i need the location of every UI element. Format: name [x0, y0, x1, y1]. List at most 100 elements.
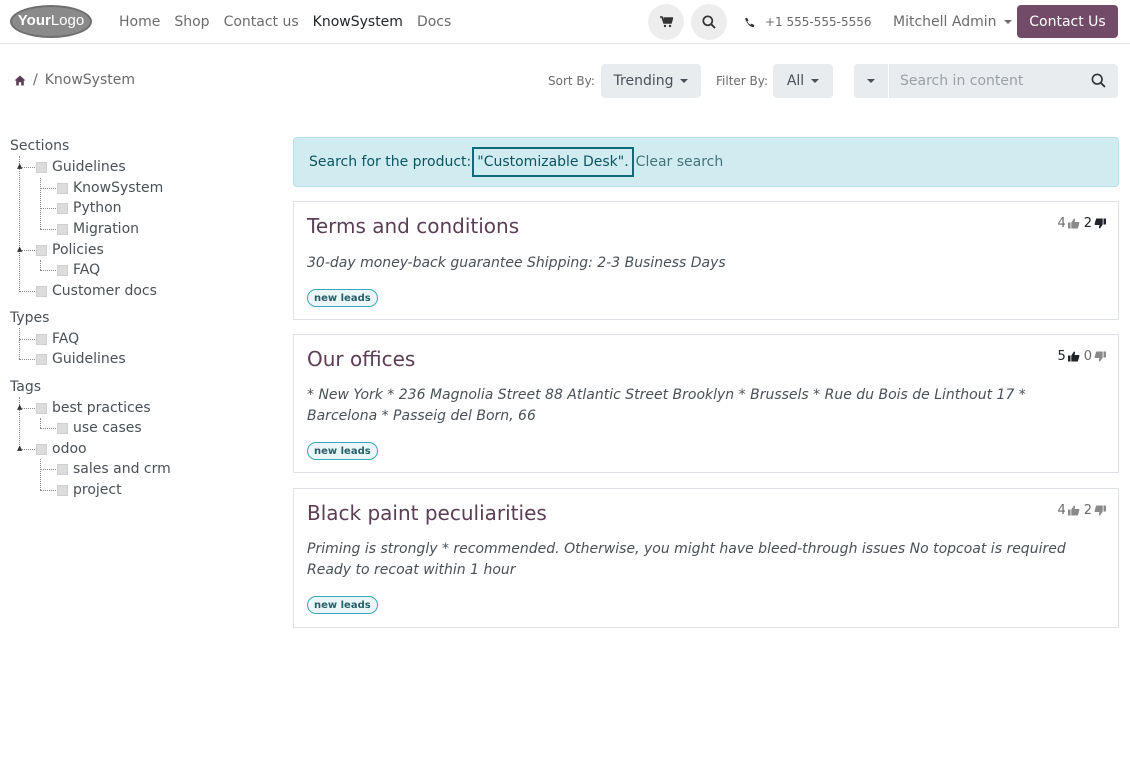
nav-knowsystem[interactable]: KnowSystem	[313, 14, 403, 30]
tree-line	[40, 428, 56, 429]
checkbox[interactable]	[36, 244, 47, 256]
chevron-down-icon	[811, 79, 820, 83]
nav-docs[interactable]: Docs	[417, 14, 451, 30]
tree-line	[19, 328, 20, 359]
thumbs-up-icon[interactable]	[1067, 218, 1080, 229]
tree-line	[19, 339, 35, 340]
type-item-guidelines[interactable]: Guidelines	[36, 349, 126, 369]
search-scope-dropdown[interactable]	[854, 64, 889, 98]
checkbox[interactable]	[57, 182, 68, 194]
user-menu[interactable]: Mitchell Admin	[893, 0, 1012, 44]
tag-item-best-practices[interactable]: best practices	[36, 398, 151, 418]
breadcrumb: / KnowSystem	[14, 72, 135, 88]
collapse-icon[interactable]: ▲	[17, 246, 22, 253]
tags-heading: Tags	[10, 379, 41, 395]
checkbox[interactable]	[57, 484, 68, 496]
tree-line	[40, 260, 41, 270]
tree-item-policies[interactable]: Policies	[36, 240, 104, 260]
thumbs-down-icon[interactable]	[1094, 505, 1106, 516]
thumbs-up-icon[interactable]	[1067, 505, 1080, 516]
chevron-down-icon	[1003, 20, 1012, 24]
sort-label: Sort By:	[548, 74, 595, 88]
tree-item-python[interactable]: Python	[57, 198, 122, 218]
thumbs-up-icon[interactable]	[1067, 351, 1080, 362]
collapse-icon[interactable]: ▲	[17, 163, 22, 170]
tree-item-customer-docs[interactable]: Customer docs	[36, 281, 157, 301]
main-menu: Home Shop Contact us KnowSystem Docs	[119, 0, 465, 44]
search-icon[interactable]	[1091, 73, 1106, 88]
checkbox[interactable]	[36, 443, 47, 455]
checkbox[interactable]	[36, 285, 47, 297]
tree-item-knowsystem[interactable]: KnowSystem	[57, 178, 163, 198]
article-card[interactable]: Black paint peculiarities 4 2 Priming is…	[293, 488, 1119, 628]
checkbox[interactable]	[57, 422, 68, 434]
search-toggle-button[interactable]	[691, 4, 727, 40]
tree-line	[40, 188, 56, 189]
checkbox[interactable]	[36, 333, 47, 345]
phone-link[interactable]: +1 555-555-5556	[744, 0, 872, 44]
checkbox[interactable]	[57, 223, 68, 235]
search-icon	[702, 15, 716, 29]
cart-icon	[659, 16, 673, 28]
contact-us-button[interactable]: Contact Us	[1017, 5, 1118, 38]
cart-button[interactable]	[648, 4, 684, 40]
article-tag[interactable]: new leads	[307, 442, 378, 460]
checkbox[interactable]	[57, 264, 68, 276]
tree-line	[40, 459, 41, 490]
article-card[interactable]: Our offices 5 0 * New York * 236 Magnoli…	[293, 334, 1119, 473]
tree-line	[19, 291, 35, 292]
sort-value: Trending	[613, 73, 674, 89]
tree-line	[40, 229, 56, 230]
phone-number: +1 555-555-5556	[765, 15, 872, 29]
tree-item-faq[interactable]: FAQ	[57, 260, 100, 280]
nav-home[interactable]: Home	[119, 14, 160, 30]
thumbs-down-icon[interactable]	[1094, 218, 1106, 229]
checkbox[interactable]	[36, 353, 47, 365]
article-tag[interactable]: new leads	[307, 289, 378, 307]
filter-value: All	[786, 73, 805, 89]
clear-search-link[interactable]: Clear search	[636, 154, 724, 170]
article-description: * New York * 236 Magnolia Street 88 Atla…	[307, 387, 1026, 424]
tag-item-project[interactable]: project	[57, 480, 122, 500]
tree-line	[40, 490, 56, 491]
tree-line	[40, 208, 56, 209]
tree-item-migration[interactable]: Migration	[57, 219, 139, 239]
company-logo[interactable]: YourLogo	[10, 5, 92, 38]
tree-item-guidelines[interactable]: Guidelines	[36, 157, 126, 177]
nav-shop[interactable]: Shop	[174, 14, 209, 30]
filter-dropdown[interactable]: All	[773, 64, 833, 98]
dislike-count: 2	[1083, 503, 1092, 518]
checkbox[interactable]	[57, 463, 68, 475]
home-icon[interactable]	[14, 75, 26, 86]
search-query: "Customizable Desk".	[472, 147, 634, 177]
article-title[interactable]: Black paint peculiarities	[307, 501, 547, 525]
tree-line	[40, 270, 56, 271]
tag-item-odoo[interactable]: odoo	[36, 439, 87, 459]
tag-item-use-cases[interactable]: use cases	[57, 418, 142, 438]
article-title[interactable]: Terms and conditions	[307, 214, 519, 238]
collapse-icon[interactable]: ▲	[17, 445, 22, 452]
thumbs-down-icon[interactable]	[1094, 351, 1106, 362]
article-card[interactable]: Terms and conditions 4 2 30-day money-ba…	[293, 201, 1119, 320]
article-votes: 5 0	[1057, 349, 1106, 364]
checkbox[interactable]	[36, 402, 47, 414]
nav-contact-us[interactable]: Contact us	[224, 14, 299, 30]
sort-dropdown[interactable]: Trending	[601, 64, 701, 98]
article-title[interactable]: Our offices	[307, 347, 415, 371]
tag-item-sales-and-crm[interactable]: sales and crm	[57, 459, 171, 479]
tree-line	[40, 178, 41, 229]
article-tag[interactable]: new leads	[307, 596, 378, 614]
article-votes: 4 2	[1057, 216, 1106, 231]
checkbox[interactable]	[57, 202, 68, 214]
article-votes: 4 2	[1057, 503, 1106, 518]
search-input[interactable]: Search in content	[900, 73, 1023, 89]
tree-line	[19, 359, 35, 360]
collapse-icon[interactable]: ▲	[17, 404, 22, 411]
sections-heading: Sections	[10, 138, 70, 154]
like-count: 5	[1057, 349, 1066, 364]
search-notice: Search for the product: "Customizable De…	[293, 137, 1119, 187]
search-notice-text: Search for the product:	[309, 154, 472, 170]
checkbox[interactable]	[36, 161, 47, 173]
tree-line	[40, 418, 41, 428]
type-item-faq[interactable]: FAQ	[36, 329, 79, 349]
